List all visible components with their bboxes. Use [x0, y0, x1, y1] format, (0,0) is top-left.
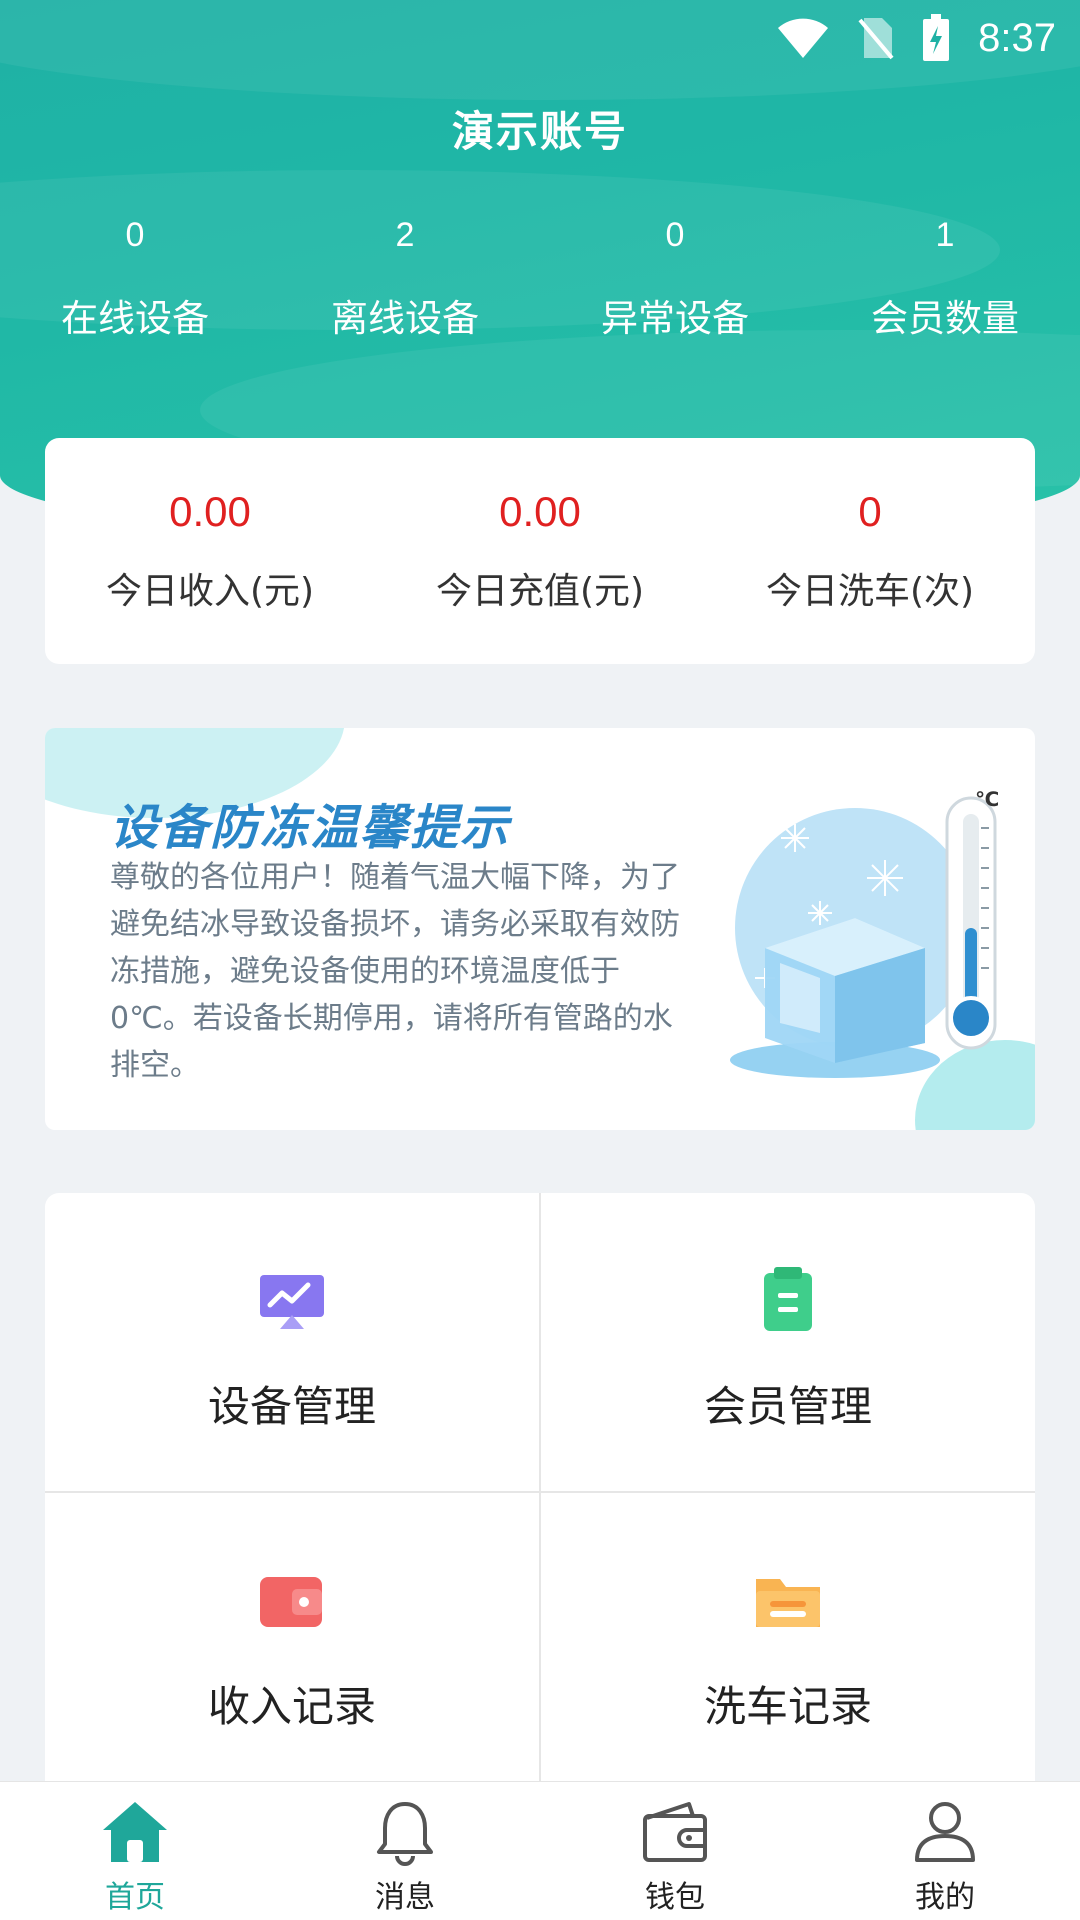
- status-bar: 8:37: [776, 10, 1056, 66]
- today-recharge[interactable]: 0.00 今日充值(元): [375, 488, 705, 614]
- nav-profile[interactable]: 我的: [810, 1782, 1080, 1920]
- member-management-button[interactable]: 会员管理: [541, 1193, 1035, 1491]
- ice-thermometer-illustration: ℃: [730, 787, 999, 1078]
- today-value: 0.00: [169, 488, 251, 535]
- nav-wallet[interactable]: 钱包: [540, 1782, 810, 1920]
- user-icon: [915, 1802, 975, 1862]
- menu-label: 设备管理: [207, 1382, 376, 1431]
- nav-label: 消息: [375, 1880, 435, 1915]
- no-sim-icon: [858, 18, 894, 60]
- stat-member-count[interactable]: 1 会员数量: [810, 210, 1080, 342]
- today-label: 今日洗车(次): [765, 571, 975, 612]
- nav-label: 我的: [915, 1880, 975, 1915]
- device-stats: 0 在线设备 2 离线设备 0 异常设备 1 会员数量: [0, 210, 1080, 342]
- clipboard-icon: [764, 1267, 812, 1331]
- stat-label: 在线设备: [61, 297, 209, 340]
- folder-icon: [756, 1579, 820, 1627]
- stat-value: 1: [935, 216, 955, 254]
- thermometer-unit: ℃: [975, 787, 999, 811]
- notice-body: 尊敬的各位用户！随着气温大幅下降，为了避免结冰导致设备损坏，请务必采取有效防冻措…: [110, 860, 680, 1083]
- home-screen: 8:37 演示账号 0 在线设备 2 离线设备 0 异常设备 1 会员数量 0.…: [0, 0, 1080, 1920]
- stat-label: 会员数量: [871, 297, 1019, 340]
- today-value: 0.00: [499, 488, 581, 535]
- wifi-icon: [778, 18, 829, 58]
- stat-online-devices[interactable]: 0 在线设备: [0, 210, 270, 342]
- today-value: 0: [858, 488, 882, 535]
- stat-label: 离线设备: [331, 297, 479, 340]
- nav-label: 首页: [105, 1880, 165, 1915]
- today-label: 今日收入(元): [105, 571, 315, 612]
- menu-label: 会员管理: [703, 1382, 872, 1431]
- car-wash-records-button[interactable]: 洗车记录: [541, 1493, 1035, 1791]
- stat-abnormal-devices[interactable]: 0 异常设备: [540, 210, 810, 342]
- stat-value: 0: [125, 216, 145, 254]
- home-icon: [103, 1802, 167, 1862]
- notice-title: 设备防冻温馨提示: [110, 800, 511, 856]
- nav-home[interactable]: 首页: [0, 1782, 270, 1920]
- nav-messages[interactable]: 消息: [270, 1782, 540, 1920]
- menu-label: 收入记录: [207, 1682, 376, 1731]
- nav-label: 钱包: [645, 1880, 705, 1915]
- wallet-icon: [260, 1577, 322, 1627]
- today-income[interactable]: 0.00 今日收入(元): [45, 488, 375, 614]
- today-label: 今日充值(元): [435, 571, 645, 612]
- wallet-icon: [643, 1802, 707, 1862]
- page-title: 演示账号: [451, 107, 628, 156]
- bell-icon: [377, 1802, 433, 1866]
- income-records-button[interactable]: 收入记录: [45, 1493, 539, 1791]
- battery-icon: [923, 14, 950, 61]
- device-management-button[interactable]: 设备管理: [45, 1193, 539, 1491]
- stat-offline-devices[interactable]: 2 离线设备: [270, 210, 540, 342]
- stat-value: 0: [665, 216, 685, 254]
- monitor-chart-icon: [260, 1275, 324, 1329]
- antifreeze-notice-banner[interactable]: 设备防冻温馨提示 尊敬的各位用户！随着气温大幅下降，为了避免结冰导致设备损坏，请…: [45, 728, 1035, 1130]
- stat-value: 2: [395, 216, 415, 254]
- today-summary-card: 0.00 今日收入(元) 0.00 今日充值(元) 0 今日洗车(次): [45, 438, 1035, 664]
- menu-label: 洗车记录: [703, 1682, 872, 1731]
- stat-label: 异常设备: [601, 297, 749, 340]
- status-time: 8:37: [978, 15, 1056, 60]
- function-menu-grid: 设备管理 会员管理 收入记录 洗车记录: [45, 1193, 1035, 1793]
- bottom-nav: 首页 消息 钱包 我的: [0, 1782, 1080, 1920]
- today-car-wash[interactable]: 0 今日洗车(次): [705, 488, 1035, 614]
